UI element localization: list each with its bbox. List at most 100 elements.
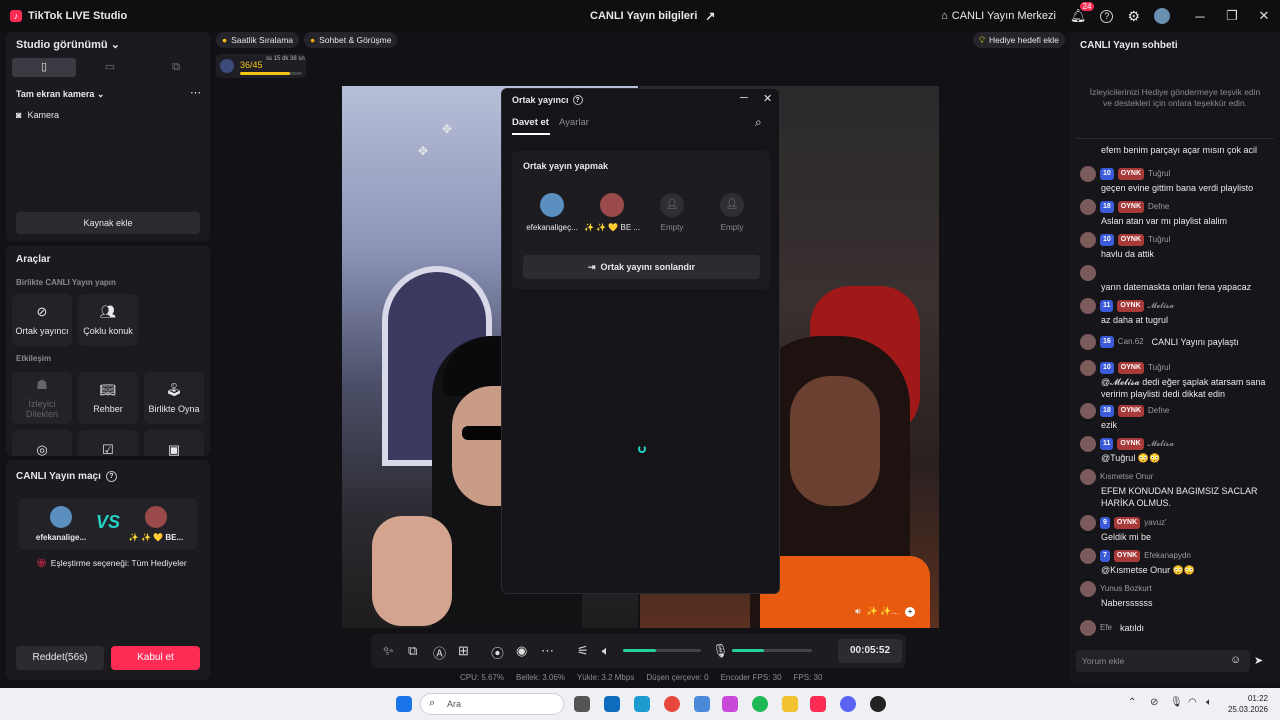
cohost-slot[interactable]: efekanaligeç... bbox=[523, 193, 581, 232]
studio-view-dropdown[interactable]: Studio görünümü ⌄ bbox=[16, 38, 120, 51]
windows-start-icon[interactable] bbox=[396, 696, 412, 712]
avatar[interactable] bbox=[1080, 403, 1096, 419]
add-source-button[interactable]: Kaynak ekle bbox=[16, 212, 200, 234]
audio-settings-icon[interactable]: ⚟ bbox=[577, 643, 589, 659]
dual-layout-button[interactable]: ⧉ bbox=[144, 58, 208, 77]
decline-button[interactable]: Reddet(56s) bbox=[16, 646, 104, 670]
live-center-button[interactable]: ⌂ CANLI Yayın Merkezi bbox=[941, 10, 1056, 22]
scene-dropdown[interactable]: Tam ekran kamera ⌄ bbox=[16, 89, 104, 100]
help-icon[interactable]: ? bbox=[105, 471, 117, 482]
play-together-tool[interactable]: 🕹︎ Birlikte Oyna bbox=[144, 372, 204, 424]
avatar[interactable] bbox=[1080, 199, 1096, 215]
avatar[interactable] bbox=[1080, 515, 1096, 531]
speaker-icon[interactable]: 🔈︎ bbox=[602, 643, 610, 659]
move-handle-icon[interactable]: ✥ bbox=[418, 144, 428, 158]
tool-item[interactable]: ◎ bbox=[12, 430, 72, 456]
discord-icon[interactable] bbox=[840, 696, 856, 712]
tab-settings[interactable]: Ayarlar bbox=[559, 117, 589, 128]
task-view-icon[interactable] bbox=[574, 696, 590, 712]
tool-item[interactable]: ☑ bbox=[78, 430, 138, 456]
tool-item[interactable]: ▣ bbox=[144, 430, 204, 456]
network-icon[interactable]: ⊘ bbox=[1150, 697, 1158, 708]
outlook-icon[interactable] bbox=[604, 696, 620, 712]
app-icon[interactable] bbox=[870, 696, 886, 712]
file-explorer-icon[interactable] bbox=[782, 696, 798, 712]
chat-username[interactable]: 𝓜𝓮𝓵𝓲𝓼𝓪 bbox=[1148, 300, 1174, 312]
minimize-modal-button[interactable]: ─ bbox=[740, 92, 748, 104]
accept-button[interactable]: Kabul et bbox=[111, 646, 200, 670]
cohost-slot[interactable]: ✨ ✨ 💛 BE ... bbox=[583, 193, 641, 232]
gift-goal-button[interactable]: 💡︎ Hediye hedefi ekle bbox=[973, 32, 1065, 48]
microphone-icon[interactable]: 🎙︎ bbox=[712, 643, 729, 659]
chat-username[interactable]: yavuz' bbox=[1144, 517, 1166, 529]
comment-input[interactable]: Yorum ekle ☺ bbox=[1076, 650, 1250, 672]
record-icon[interactable]: ⦿ bbox=[491, 643, 504, 662]
maximize-button[interactable]: ❐ bbox=[1216, 8, 1248, 24]
chat-username[interactable]: 𝓜𝓮𝓵𝓲𝓼𝓪 bbox=[1148, 438, 1174, 450]
avatar[interactable] bbox=[1080, 298, 1096, 314]
chat-username[interactable]: Defne bbox=[1148, 405, 1169, 417]
volume-icon[interactable]: 🔈︎ bbox=[1206, 697, 1212, 708]
landscape-layout-button[interactable]: ▭ bbox=[78, 58, 142, 77]
more-options-icon[interactable]: ⋯ bbox=[190, 86, 201, 99]
add-icon[interactable]: + bbox=[905, 606, 916, 617]
chat-username[interactable]: Efekanapydn bbox=[1144, 550, 1191, 562]
chat-username[interactable]: Efe bbox=[1100, 622, 1112, 634]
taskbar-search[interactable]: ⌕ Ara bbox=[420, 693, 564, 715]
avatar[interactable] bbox=[1080, 360, 1096, 376]
multiguest-tool[interactable]: 👥︎ Çoklu konuk bbox=[78, 294, 138, 346]
source-item-camera[interactable]: ◙ Kamera bbox=[16, 110, 59, 120]
more-icon[interactable]: ⋯ bbox=[541, 643, 554, 659]
guide-tool[interactable]: 📖︎ Rehber bbox=[78, 372, 138, 424]
avatar[interactable] bbox=[1080, 436, 1096, 452]
notifications-button[interactable]: 🔔︎ 24 bbox=[1070, 2, 1095, 24]
chrome-icon[interactable] bbox=[664, 696, 680, 712]
portrait-layout-button[interactable]: ▯ bbox=[12, 58, 76, 77]
chat-username[interactable]: Tuğrul bbox=[1148, 234, 1170, 246]
ai-icon[interactable]: Ⓐ bbox=[433, 643, 446, 662]
chat-username[interactable]: Defne bbox=[1148, 201, 1169, 213]
avatar[interactable] bbox=[1080, 469, 1096, 485]
cohost-slot-empty[interactable]: 👤︎ Empty bbox=[643, 193, 701, 232]
hourly-ranking-button[interactable]: ● Saatlik Sıralama bbox=[216, 32, 300, 48]
volume-slider[interactable] bbox=[623, 649, 701, 652]
live-info-title[interactable]: CANLI Yayın bilgileri ↗ bbox=[590, 0, 715, 32]
tab-invite[interactable]: Davet et bbox=[512, 117, 549, 128]
search-icon[interactable]: ⌕ bbox=[755, 115, 762, 130]
cohost-tool[interactable]: ⊘ Ortak yayıncı bbox=[12, 294, 72, 346]
avatar[interactable] bbox=[1080, 166, 1096, 182]
mic-slider[interactable] bbox=[732, 649, 812, 652]
wifi-icon[interactable]: ◠ bbox=[1188, 697, 1197, 708]
avatar[interactable] bbox=[1080, 232, 1096, 248]
edge-icon[interactable] bbox=[634, 696, 650, 712]
gift-progress[interactable]: 36/45 ss 15 dk 38 sn bbox=[216, 54, 306, 78]
screen-share-icon[interactable]: ⧉ bbox=[408, 643, 417, 659]
avatar[interactable] bbox=[1080, 334, 1096, 350]
chat-username[interactable]: Kısmetse Onur bbox=[1100, 471, 1153, 483]
emoji-icon[interactable]: ☺ bbox=[1230, 654, 1241, 666]
microphone-icon[interactable]: 🎙︎ bbox=[1170, 697, 1183, 708]
avatar[interactable] bbox=[1080, 548, 1096, 564]
help-button[interactable]: ? bbox=[1100, 9, 1114, 23]
profile-avatar[interactable] bbox=[1154, 8, 1170, 24]
viewer-requests-tool[interactable]: ☗ İzleyici Dilekleri bbox=[12, 372, 72, 424]
avatar[interactable] bbox=[1080, 265, 1096, 281]
chat-meet-button[interactable]: ● Sohbet & Görüşme bbox=[304, 32, 398, 48]
cohost-slot-empty[interactable]: 👤︎ Empty bbox=[703, 193, 761, 232]
send-icon[interactable]: ➤ bbox=[1254, 654, 1263, 667]
help-icon[interactable]: ? bbox=[572, 95, 583, 105]
close-icon[interactable]: ✕ bbox=[763, 92, 772, 105]
chevron-up-icon[interactable]: ⌃ bbox=[1128, 697, 1136, 708]
move-handle-icon[interactable]: ✥ bbox=[442, 122, 452, 136]
chat-username[interactable]: Can.62 bbox=[1118, 336, 1144, 348]
avatar[interactable] bbox=[1080, 620, 1096, 636]
chat-username[interactable]: Tuğrul bbox=[1148, 168, 1170, 180]
end-cohost-button[interactable]: ⇥ Ortak yayını sonlandır bbox=[523, 255, 760, 279]
chat-username[interactable]: Yunus Bozkurt bbox=[1100, 583, 1152, 595]
chat-username[interactable]: Tuğrul bbox=[1148, 362, 1170, 374]
clip-icon[interactable]: ◉ bbox=[516, 643, 527, 659]
minimize-button[interactable]: ─ bbox=[1184, 9, 1216, 24]
close-window-button[interactable]: ✕ bbox=[1248, 8, 1280, 24]
avatar[interactable] bbox=[1080, 581, 1096, 597]
share-icon[interactable]: ↗ bbox=[705, 9, 715, 23]
